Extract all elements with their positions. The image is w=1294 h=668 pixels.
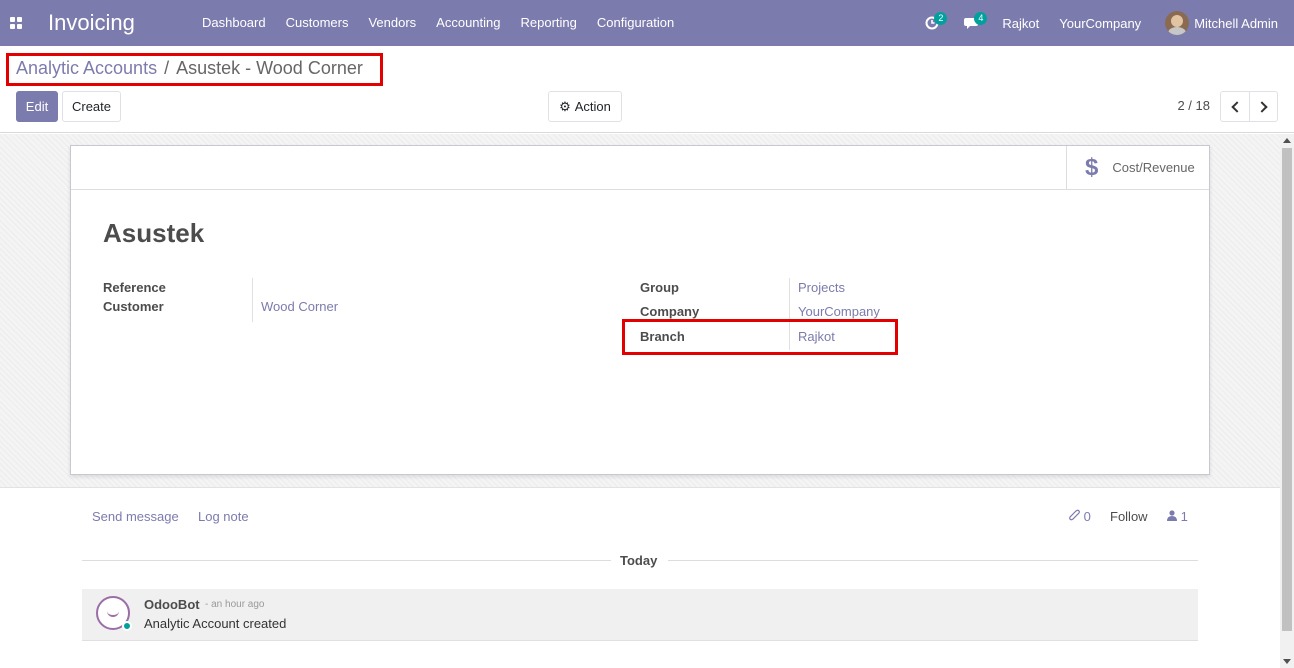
reference-label: Reference [103, 280, 166, 295]
chevron-left-icon [1230, 100, 1243, 113]
cost-revenue-button[interactable]: $ Cost/Revenue [1066, 146, 1209, 189]
date-separator-label: Today [620, 553, 658, 568]
online-status-icon [122, 621, 132, 631]
date-separator-line-right [668, 560, 1198, 561]
company-field[interactable]: YourCompany [798, 304, 880, 319]
follow-button[interactable]: Follow [1110, 509, 1148, 524]
scroll-up-icon[interactable] [1283, 138, 1291, 143]
chevron-right-icon [1256, 100, 1268, 113]
attachments-button[interactable]: 0 [1069, 509, 1091, 524]
apps-grid-icon[interactable] [0, 0, 32, 46]
customer-label: Customer [103, 299, 164, 314]
pager-value[interactable]: 2 / 18 [1177, 98, 1210, 113]
pager-next-button[interactable] [1249, 91, 1278, 122]
company-label: Company [640, 304, 700, 319]
record-title: Asustek [103, 218, 205, 248]
breadcrumb-highlight [6, 53, 383, 86]
menu-dashboard[interactable]: Dashboard [192, 0, 276, 46]
group-field[interactable]: Projects [798, 280, 845, 295]
date-separator-line-left [82, 560, 611, 561]
menu-vendors[interactable]: Vendors [358, 0, 426, 46]
user-icon [1167, 510, 1177, 521]
branch-highlight [622, 319, 898, 355]
message-author[interactable]: OdooBot [144, 597, 200, 612]
button-box: $ Cost/Revenue [71, 146, 1209, 190]
left-field-divider [252, 278, 253, 322]
pager-previous-button[interactable] [1220, 91, 1250, 122]
user-menu[interactable]: Mitchell Admin [1194, 16, 1278, 31]
action-button[interactable]: ⚙ Action [548, 91, 622, 122]
messaging-menu[interactable]: 4 [952, 0, 992, 46]
form-sheet: $ Cost/Revenue Asustek Reference Custome… [70, 145, 1210, 475]
menu-configuration[interactable]: Configuration [587, 0, 684, 46]
scroll-down-icon[interactable] [1283, 659, 1291, 664]
control-panel: Analytic Accounts / Asustek - Wood Corne… [0, 46, 1294, 133]
messages-badge: 4 [974, 12, 988, 25]
dollar-icon: $ [1085, 153, 1099, 181]
message-body: Analytic Account created [144, 616, 287, 631]
smile-icon [107, 610, 119, 617]
menu-customers[interactable]: Customers [276, 0, 359, 46]
menu-accounting[interactable]: Accounting [426, 0, 510, 46]
user-avatar[interactable] [1165, 11, 1190, 35]
send-message-button[interactable]: Send message [92, 509, 179, 524]
followers-count: 1 [1180, 509, 1188, 524]
menu-reporting[interactable]: Reporting [511, 0, 587, 46]
followers-button[interactable]: 1 [1167, 509, 1188, 524]
attachments-count: 0 [1083, 509, 1091, 524]
main-menu: Dashboard Customers Vendors Accounting R… [192, 0, 684, 46]
cost-revenue-label: Cost/Revenue [1112, 160, 1195, 175]
activity-badge: 2 [934, 12, 948, 25]
edit-button[interactable]: Edit [16, 91, 58, 122]
systray: 2 4 Rajkot YourCompany Mitchell Admin [912, 0, 1294, 46]
create-button[interactable]: Create [62, 91, 121, 122]
gear-icon: ⚙ [559, 98, 571, 114]
paperclip-icon [1069, 509, 1080, 521]
top-navbar: Invoicing Dashboard Customers Vendors Ac… [0, 0, 1294, 46]
company-switcher[interactable]: YourCompany [1049, 16, 1151, 31]
chatter-message: OdooBot - an hour ago Analytic Account c… [82, 589, 1198, 641]
branch-switcher[interactable]: Rajkot [992, 16, 1049, 31]
group-label: Group [640, 280, 679, 295]
vertical-scrollbar[interactable] [1280, 134, 1294, 668]
customer-field[interactable]: Wood Corner [261, 299, 338, 314]
app-title[interactable]: Invoicing [48, 10, 192, 36]
log-note-button[interactable]: Log note [198, 509, 249, 524]
activity-menu[interactable]: 2 [912, 0, 952, 46]
scroll-thumb[interactable] [1282, 148, 1292, 631]
odoobot-avatar [96, 596, 132, 631]
message-date: - an hour ago [205, 599, 265, 610]
action-label: Action [574, 99, 611, 114]
